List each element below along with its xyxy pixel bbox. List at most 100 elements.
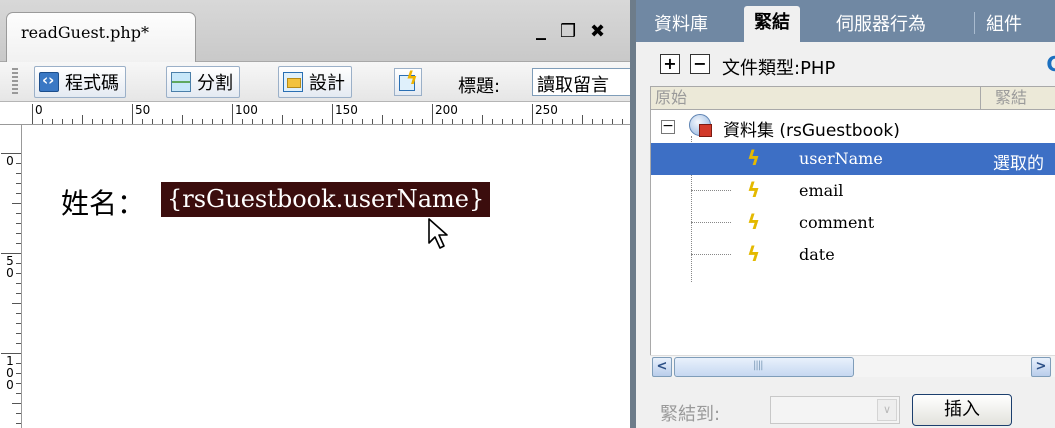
ruler-tick xyxy=(502,119,503,124)
field-row-username[interactable]: ϟ userName 選取的 xyxy=(651,143,1055,175)
split-view-label: 分割 xyxy=(197,73,233,94)
horizontal-scrollbar[interactable]: < > xyxy=(650,355,1055,377)
design-canvas[interactable]: 姓名： {rsGuestbook.userName} xyxy=(23,126,630,428)
live-data-button[interactable]: ϟ xyxy=(394,68,422,96)
vertical-ruler: 0 50 100 xyxy=(0,125,22,428)
bindings-grid-header: 原始 緊結 xyxy=(650,86,1055,110)
code-view-label: 程式碼 xyxy=(65,73,119,94)
bind-to-bar: 緊結到: ∨ 插入 xyxy=(650,390,1055,428)
scrollbar-thumb[interactable] xyxy=(674,357,854,377)
ruler-tick xyxy=(16,363,21,364)
ruler-tick xyxy=(16,243,21,244)
insert-button[interactable]: 插入 xyxy=(912,394,1012,426)
code-view-button[interactable]: 程式碼 xyxy=(34,66,126,98)
ruler-tick xyxy=(112,119,113,124)
title-input[interactable]: 讀取留言 xyxy=(532,68,630,96)
chevron-down-icon[interactable]: ∨ xyxy=(877,399,897,421)
minimize-icon[interactable]: _ xyxy=(536,18,546,38)
ruler-tick xyxy=(162,119,163,124)
app-root: readGuest.php* _ ❒ ✖ 程式碼 分割 設計 ϟ xyxy=(0,0,1055,428)
ruler-tick xyxy=(462,119,463,124)
tab-components[interactable]: 組件 xyxy=(986,10,1022,42)
design-view-icon xyxy=(283,72,303,92)
ruler-tick xyxy=(32,104,33,124)
document-tab[interactable]: readGuest.php* xyxy=(6,12,196,62)
ruler-tick xyxy=(16,393,21,394)
field-binding: 選取的 xyxy=(993,154,1044,174)
ruler-tick xyxy=(16,213,21,214)
dataset-label: 資料集 (rsGuestbook) xyxy=(723,121,900,141)
toolbar-grip[interactable] xyxy=(12,68,18,96)
ruler-tick xyxy=(512,119,513,124)
lightning-icon: ϟ xyxy=(406,68,418,89)
ruler-tick xyxy=(552,119,553,124)
design-view-label: 設計 xyxy=(309,73,345,94)
ruler-tick xyxy=(12,303,21,304)
ruler-tick xyxy=(262,119,263,124)
ruler-tick xyxy=(442,119,443,124)
field-row-comment[interactable]: ϟ comment xyxy=(651,207,1055,239)
ruler-tick xyxy=(16,313,21,314)
column-header-binding[interactable]: 緊結 xyxy=(991,87,1027,109)
ruler-tick xyxy=(132,104,133,124)
field-row-email[interactable]: ϟ email xyxy=(651,175,1055,207)
ruler-tick xyxy=(322,119,323,124)
ruler-tick xyxy=(522,119,523,124)
ruler-tick xyxy=(152,119,153,124)
restore-icon[interactable]: ❒ xyxy=(560,22,576,42)
ruler-tick xyxy=(572,119,573,124)
ruler-label: 100 xyxy=(235,103,258,117)
design-view-button[interactable]: 設計 xyxy=(278,66,352,98)
lightning-icon: ϟ xyxy=(747,242,761,266)
ruler-tick xyxy=(182,115,183,124)
ruler-tick xyxy=(222,119,223,124)
ruler-tick xyxy=(622,119,623,124)
panel-tabbar: 資料庫 緊結 伺服器行為 組件 xyxy=(636,0,1055,42)
ruler-tick xyxy=(16,323,21,324)
ruler-tick xyxy=(242,119,243,124)
ruler-tick xyxy=(92,119,93,124)
lightning-icon: ϟ xyxy=(747,146,761,170)
ruler-tick xyxy=(392,119,393,124)
ruler-tick xyxy=(482,115,483,124)
document-toolbar: 程式碼 分割 設計 ϟ 標題: 讀取留言 xyxy=(0,62,630,102)
refresh-icon[interactable]: C xyxy=(1046,52,1055,76)
tab-databases[interactable]: 資料庫 xyxy=(654,10,708,42)
scroll-right-icon[interactable]: > xyxy=(1031,357,1051,377)
collapse-icon[interactable]: − xyxy=(661,119,675,134)
ruler-tick xyxy=(16,183,21,184)
ruler-tick xyxy=(16,193,21,194)
tab-bindings[interactable]: 緊結 xyxy=(744,6,800,42)
ruler-tick xyxy=(16,413,21,414)
ruler-tick xyxy=(16,263,21,264)
split-view-icon xyxy=(171,72,191,92)
close-icon[interactable]: ✖ xyxy=(590,22,605,42)
tab-server-behaviors[interactable]: 伺服器行為 xyxy=(836,10,926,42)
title-label: 標題: xyxy=(458,76,501,97)
ruler-tick xyxy=(562,119,563,124)
document-type-label: 文件類型:PHP xyxy=(722,58,836,79)
ruler-label: 50 xyxy=(135,103,151,117)
ruler-tick xyxy=(362,119,363,124)
document-window: readGuest.php* _ ❒ ✖ 程式碼 分割 設計 ϟ xyxy=(0,0,630,428)
ruler-tick xyxy=(122,119,123,124)
recordset-icon xyxy=(689,114,712,137)
split-view-button[interactable]: 分割 xyxy=(166,66,240,98)
ruler-tick xyxy=(402,119,403,124)
ruler-tick xyxy=(492,119,493,124)
ruler-tick xyxy=(432,104,433,124)
remove-binding-icon[interactable]: − xyxy=(690,54,710,74)
scroll-left-icon[interactable]: < xyxy=(652,357,672,377)
ruler-tick xyxy=(82,115,83,124)
field-row-date[interactable]: ϟ date xyxy=(651,239,1055,271)
add-binding-icon[interactable]: + xyxy=(660,54,680,74)
dataset-node[interactable]: − 資料集 (rsGuestbook) xyxy=(651,110,1055,142)
ruler-tick xyxy=(16,283,21,284)
ruler-tick xyxy=(352,119,353,124)
ruler-tick xyxy=(16,173,21,174)
bind-to-select[interactable]: ∨ xyxy=(770,396,900,424)
lightning-icon: ϟ xyxy=(747,178,761,202)
dynamic-text-binding[interactable]: {rsGuestbook.userName} xyxy=(161,182,491,217)
ruler-tick xyxy=(472,119,473,124)
column-header-source[interactable]: 原始 xyxy=(651,87,981,109)
